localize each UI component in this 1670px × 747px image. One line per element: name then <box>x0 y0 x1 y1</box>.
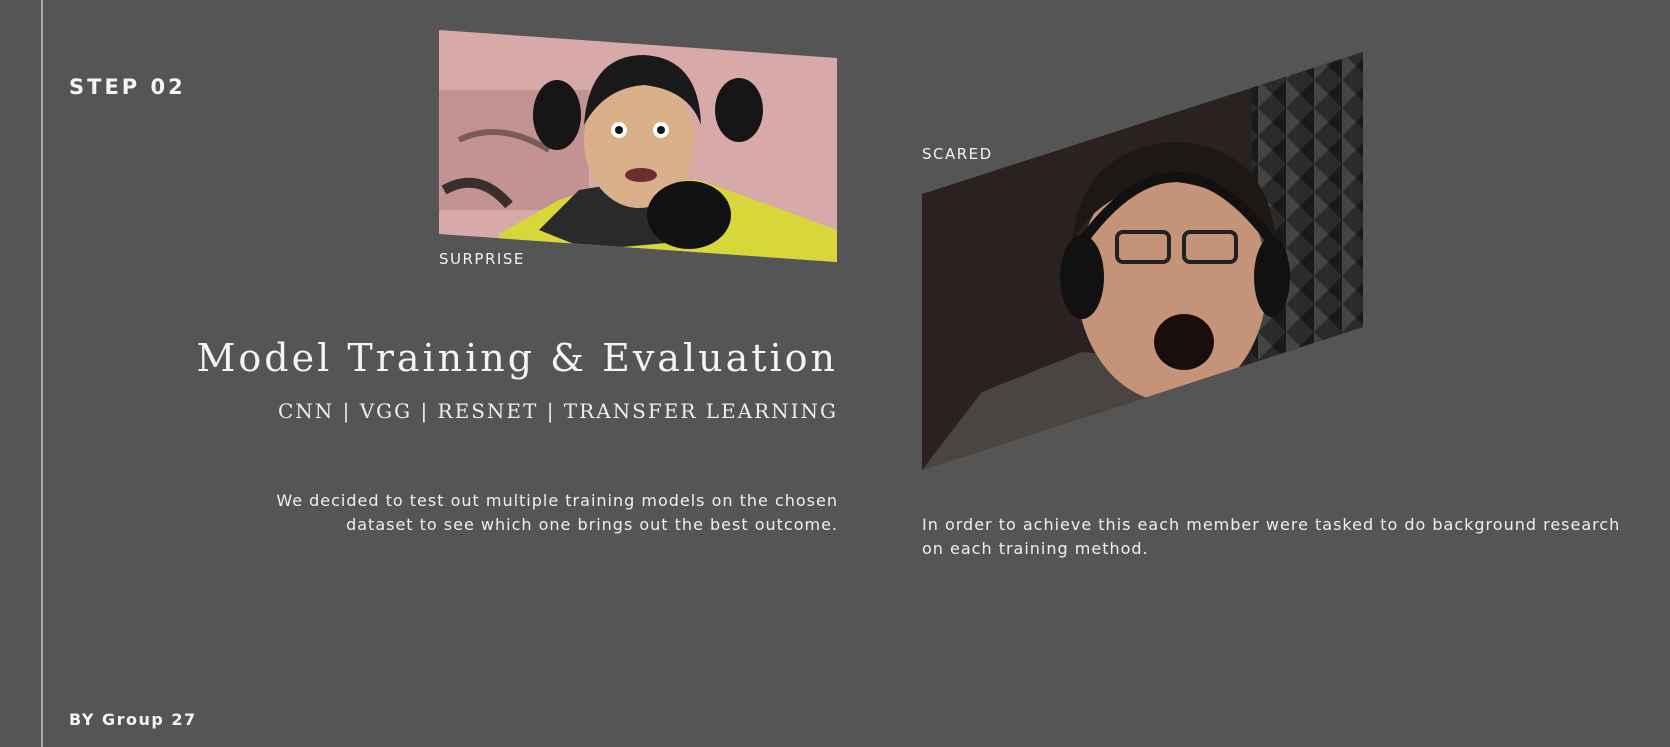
description-right: In order to achieve this each member wer… <box>922 515 1621 558</box>
scared-photo <box>922 52 1363 470</box>
description-left: We decided to test out multiple training… <box>276 491 838 534</box>
vertical-rule <box>41 0 43 747</box>
step-label: STEP 02 <box>69 75 186 99</box>
surprise-label: SURPRISE <box>439 250 525 268</box>
surprise-photo <box>439 30 837 262</box>
footer-credit: BY Group 27 <box>69 710 197 729</box>
slide-title: Model Training & Evaluation <box>196 336 838 380</box>
scared-label: SCARED <box>922 145 993 163</box>
slide-subtitle: CNN | VGG | RESNET | TRANSFER LEARNING <box>277 399 838 423</box>
